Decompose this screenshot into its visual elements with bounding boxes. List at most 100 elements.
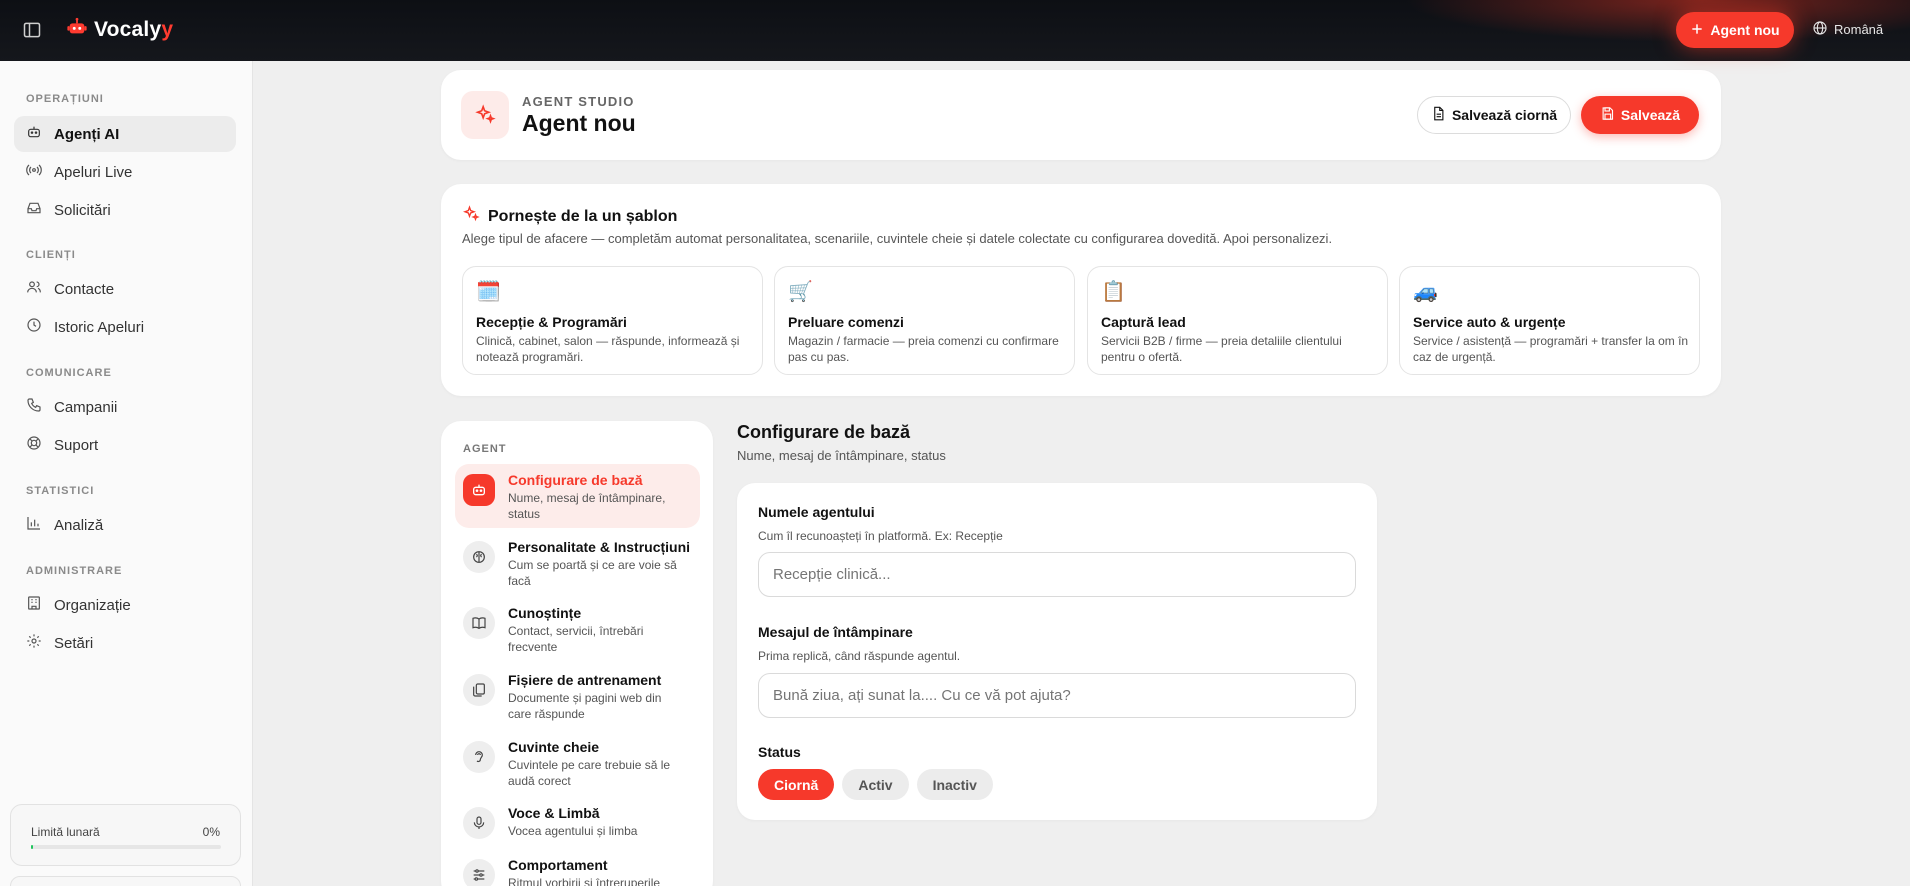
sidebar-item-call-history[interactable]: Istoric Apeluri — [14, 309, 236, 345]
sidebar-item-support[interactable]: Suport — [14, 427, 236, 463]
sidebar-item-organization[interactable]: Organizație — [14, 587, 236, 623]
gear-icon — [26, 633, 42, 653]
agent-nav-behavior[interactable]: Comportament Ritmul vorbirii și întrerup… — [455, 849, 700, 886]
template-orders[interactable]: 🛒 Preluare comenzi Magazin / farmacie — … — [774, 266, 1075, 375]
section-title: Configurare de bază — [737, 422, 911, 442]
page-title: Agent nou — [522, 110, 636, 136]
new-agent-button[interactable]: Agent nou — [1676, 12, 1794, 48]
template-name: Service auto & urgențe — [1413, 314, 1566, 330]
greeting-label: Mesajul de întâmpinare — [758, 624, 913, 640]
building-icon — [26, 595, 42, 615]
template-text: Service / asistență — programări + trans… — [1413, 334, 1689, 364]
users-icon — [26, 279, 42, 299]
cart-icon: 🛒 — [788, 281, 813, 303]
template-lead-capture[interactable]: 📋 Captură lead Servicii B2B / firme — pr… — [1087, 266, 1388, 375]
status-option-inactive[interactable]: Inactiv — [916, 769, 993, 800]
template-name: Preluare comenzi — [788, 314, 904, 330]
top-bar: Vocalyy Agent nou Română — [0, 0, 1910, 61]
save-draft-button[interactable]: Salvează ciornă — [1417, 96, 1571, 134]
agent-nav-training-files[interactable]: Fișiere de antrenament Documente și pagi… — [455, 664, 700, 728]
book-icon — [463, 607, 495, 639]
greeting-input[interactable] — [758, 673, 1356, 718]
brand-logo[interactable]: Vocalyy — [66, 16, 173, 43]
template-text: Clinică, cabinet, salon — răspunde, info… — [476, 334, 740, 364]
header-kicker: AGENT STUDIO — [522, 94, 635, 109]
floppy-icon — [1600, 106, 1615, 124]
sparkles-icon — [462, 205, 480, 228]
agent-name-input[interactable] — [758, 552, 1356, 597]
robot-icon — [463, 474, 495, 506]
agent-nav-desc: Cum se poartă și ce are voie să facă — [508, 558, 677, 588]
calendar-icon: 🗓️ — [476, 281, 501, 303]
section-subtitle: Nume, mesaj de întâmpinare, status — [737, 448, 946, 463]
clipboard-icon: 📋 — [1101, 281, 1126, 303]
sidebar-item-contacts[interactable]: Contacte — [14, 271, 236, 307]
agent-nav-desc: Vocea agentului și limba — [508, 824, 638, 838]
language-selector[interactable]: Română — [1812, 20, 1883, 39]
sidebar-section-title: CLIENȚI — [26, 249, 76, 261]
sidebar-item-requests[interactable]: Solicitări — [14, 192, 236, 228]
agent-nav-name: Configurare de bază — [508, 472, 643, 488]
monthly-limit-fill — [31, 845, 33, 849]
basic-config-form: Numele agentului Cum îl recunoașteți în … — [737, 483, 1377, 820]
template-description: Alege tipul de afacere — completăm autom… — [462, 231, 1333, 246]
agent-nav-desc: Contact, servicii, întrebări frecvente — [508, 624, 644, 654]
files-icon — [463, 674, 495, 706]
agent-nav-basic-config[interactable]: Configurare de bază Nume, mesaj de întâm… — [455, 464, 700, 528]
monthly-limit-progress — [31, 845, 221, 849]
template-title: Pornește de la un șablon — [462, 205, 677, 228]
sidebar-section-title: STATISTICI — [26, 485, 95, 497]
sidebar-item-analytics[interactable]: Analiză — [14, 507, 236, 543]
plus-icon — [1690, 22, 1704, 39]
template-name: Captură lead — [1101, 314, 1186, 330]
car-icon: 🚙 — [1413, 281, 1438, 303]
agent-nav-desc: Ritmul vorbirii și întreruperile — [508, 876, 661, 886]
status-option-draft[interactable]: Ciornă — [758, 769, 835, 800]
monthly-limit-card: Limită lunară 0% — [10, 804, 241, 866]
save-button[interactable]: Salvează — [1581, 96, 1699, 134]
agent-nav-personality[interactable]: Personalitate & Instrucțiuni Cum se poar… — [455, 531, 700, 595]
agent-nav-name: Cunoștințe — [508, 605, 582, 621]
status-selector: Ciornă Activ Inactiv — [758, 769, 993, 800]
sidebar-item-settings[interactable]: Setări — [14, 625, 236, 661]
sidebar-section-title: COMUNICARE — [26, 367, 112, 379]
mic-icon — [463, 807, 495, 839]
template-picker: Pornește de la un șablon Alege tipul de … — [441, 184, 1721, 396]
sliders-icon — [463, 859, 495, 886]
document-icon — [1431, 106, 1446, 124]
agent-nav-name: Personalitate & Instrucțiuni — [508, 539, 691, 555]
sparkles-icon — [461, 91, 509, 139]
template-name: Recepție & Programări — [476, 314, 627, 330]
agent-nav-name: Comportament — [508, 857, 608, 873]
monthly-limit-value: 0% — [202, 825, 220, 839]
sidebar-item-campaigns[interactable]: Campanii — [14, 389, 236, 425]
agent-studio-header: AGENT STUDIO Agent nou Salvează ciornă S… — [441, 70, 1721, 160]
agent-nav-keywords[interactable]: Cuvinte cheie Cuvintele pe care trebuie … — [455, 731, 700, 795]
robot-icon — [26, 124, 42, 144]
agent-nav-name: Fișiere de antrenament — [508, 672, 662, 688]
sidebar-toggle-icon[interactable] — [22, 20, 44, 42]
sidebar-item-agents[interactable]: Agenți AI — [14, 116, 236, 152]
template-auto-service[interactable]: 🚙 Service auto & urgențe Service / asist… — [1399, 266, 1700, 375]
user-card[interactable] — [10, 876, 241, 886]
globe-icon — [1812, 20, 1828, 39]
ear-icon — [463, 741, 495, 773]
status-label: Status — [758, 744, 801, 760]
agent-nav-desc: Cuvintele pe care trebuie să le audă cor… — [508, 758, 671, 788]
monthly-limit-label: Limită lunară — [31, 825, 100, 839]
agent-nav-knowledge[interactable]: Cunoștințe Contact, servicii, întrebări … — [455, 597, 700, 661]
agent-settings-nav: AGENT Configurare de bază Nume, mesaj de… — [441, 421, 713, 886]
agent-name-label: Numele agentului — [758, 504, 875, 520]
brand-name: Vocalyy — [94, 17, 174, 41]
agent-nav-desc: Nume, mesaj de întâmpinare, status — [508, 491, 666, 521]
brain-icon — [463, 541, 495, 573]
template-reception[interactable]: 🗓️ Recepție & Programări Clinică, cabine… — [462, 266, 763, 375]
status-option-active[interactable]: Activ — [842, 769, 909, 800]
sidebar: OPERAȚIUNI Agenți AI Apeluri Live Solici… — [0, 61, 253, 886]
agent-name-help: Cum îl recunoașteți în platformă. Ex: Re… — [758, 529, 1003, 543]
bar-chart-icon — [26, 515, 42, 535]
sidebar-item-live-calls[interactable]: Apeluri Live — [14, 154, 236, 190]
template-text: Servicii B2B / firme — preia detaliile c… — [1101, 334, 1342, 364]
agent-nav-name: Voce & Limbă — [508, 805, 600, 821]
agent-nav-title: AGENT — [463, 443, 507, 455]
